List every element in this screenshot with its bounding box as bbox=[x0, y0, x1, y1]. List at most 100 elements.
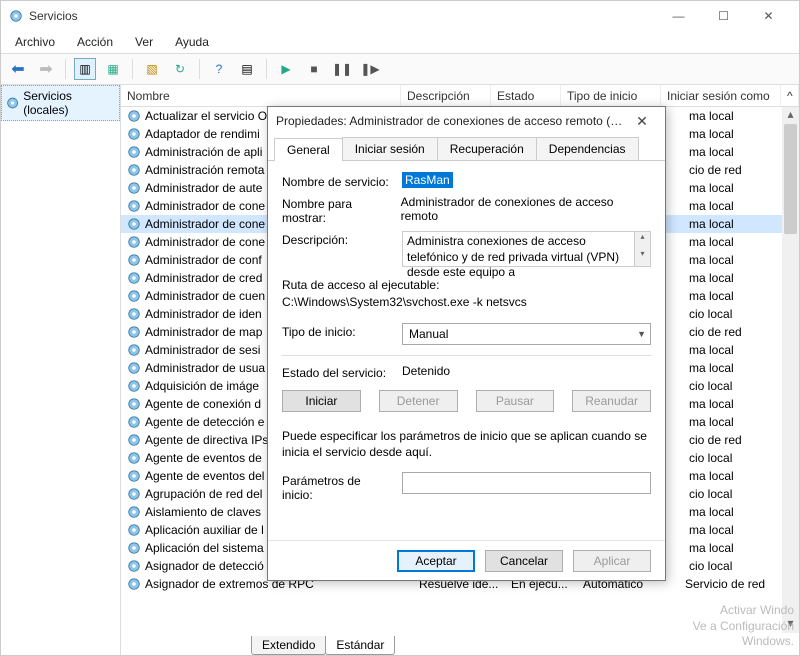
service-logon: ma local bbox=[689, 505, 779, 519]
col-type[interactable]: Tipo de inicio bbox=[561, 85, 661, 106]
titlebar: Servicios — ☐ ✕ bbox=[1, 1, 799, 31]
gear-icon bbox=[127, 451, 141, 465]
resume-button: Reanudar bbox=[572, 390, 651, 412]
gear-icon bbox=[127, 559, 141, 573]
gear-icon bbox=[127, 433, 141, 447]
display-name-value: Administrador de conexiones de acceso re… bbox=[401, 195, 651, 223]
params-label: Parámetros de inicio: bbox=[282, 472, 392, 502]
gear-icon bbox=[127, 307, 141, 321]
pause-icon[interactable]: ❚❚ bbox=[331, 58, 353, 80]
tree-root-label: Servicios (locales) bbox=[23, 89, 115, 117]
description-label: Descripción: bbox=[282, 231, 392, 247]
forward-icon[interactable]: ➡ bbox=[35, 58, 57, 80]
params-note: Puede especificar los parámetros de inic… bbox=[282, 428, 651, 460]
maximize-button[interactable]: ☐ bbox=[701, 2, 746, 30]
back-icon[interactable]: ⬅ bbox=[7, 58, 29, 80]
service-logon: cio de red bbox=[689, 163, 779, 177]
service-logon: ma local bbox=[689, 181, 779, 195]
service-logon: ma local bbox=[689, 415, 779, 429]
col-name[interactable]: Nombre bbox=[121, 85, 401, 106]
restart-icon[interactable]: ❚▶ bbox=[359, 58, 381, 80]
gear-icon bbox=[127, 217, 141, 231]
col-scroll-gap: ^ bbox=[781, 85, 799, 106]
cancel-button[interactable]: Cancelar bbox=[485, 550, 563, 572]
properties-icon[interactable]: ▧ bbox=[141, 58, 163, 80]
export-icon[interactable]: ▦ bbox=[102, 58, 124, 80]
show-hide-icon[interactable]: ▥ bbox=[74, 58, 96, 80]
refresh-icon[interactable]: ↻ bbox=[169, 58, 191, 80]
menubar: Archivo Acción Ver Ayuda bbox=[1, 31, 799, 53]
startup-type-combo[interactable]: Manual ▼ bbox=[402, 323, 651, 345]
play-icon[interactable]: ▶ bbox=[275, 58, 297, 80]
service-logon: ma local bbox=[689, 541, 779, 555]
scroll-thumb[interactable] bbox=[784, 124, 797, 234]
gear-icon bbox=[127, 127, 141, 141]
dialog-titlebar: Propiedades: Administrador de conexiones… bbox=[268, 107, 665, 135]
scrollbar[interactable]: ▴ ▾ bbox=[782, 107, 799, 633]
help-icon[interactable]: ? bbox=[208, 58, 230, 80]
service-logon: ma local bbox=[689, 235, 779, 249]
gear-icon bbox=[127, 163, 141, 177]
dialog-footer: Aceptar Cancelar Aplicar bbox=[268, 540, 665, 580]
list-header: Nombre Descripción Estado Tipo de inicio… bbox=[121, 85, 799, 107]
tab-logon[interactable]: Iniciar sesión bbox=[342, 137, 438, 160]
pause-button: Pausar bbox=[476, 390, 555, 412]
service-logon: ma local bbox=[689, 397, 779, 411]
scroll-up-icon[interactable]: ▴ bbox=[782, 107, 799, 124]
gear-icon bbox=[127, 415, 141, 429]
gear-icon bbox=[127, 181, 141, 195]
col-logon[interactable]: Iniciar sesión como bbox=[661, 85, 781, 106]
tab-general[interactable]: General bbox=[274, 138, 343, 161]
minimize-button[interactable]: — bbox=[656, 2, 701, 30]
menu-file[interactable]: Archivo bbox=[7, 33, 63, 51]
menu-view[interactable]: Ver bbox=[127, 33, 161, 51]
tab-dependencies[interactable]: Dependencias bbox=[536, 137, 639, 160]
service-logon: ma local bbox=[689, 289, 779, 303]
service-logon: ma local bbox=[689, 145, 779, 159]
service-logon: ma local bbox=[689, 217, 779, 231]
gear-icon bbox=[127, 397, 141, 411]
description-value: Administra conexiones de acceso telefóni… bbox=[402, 231, 651, 267]
tree-root[interactable]: Servicios (locales) bbox=[1, 85, 120, 121]
window-title: Servicios bbox=[29, 9, 656, 23]
description-spinner[interactable]: ▴▾ bbox=[634, 232, 650, 266]
service-name-value[interactable]: RasMan bbox=[402, 172, 453, 188]
service-logon: cio de red bbox=[689, 325, 779, 339]
tab-standard[interactable]: Estándar bbox=[325, 636, 395, 655]
service-name-label: Nombre de servicio: bbox=[282, 173, 392, 189]
gear-icon bbox=[127, 199, 141, 213]
menu-help[interactable]: Ayuda bbox=[167, 33, 217, 51]
gear-icon bbox=[127, 109, 141, 123]
tab-recovery[interactable]: Recuperación bbox=[437, 137, 537, 160]
gear-icon bbox=[127, 289, 141, 303]
toolbar: ⬅ ➡ ▥ ▦ ▧ ↻ ? ▤ ▶ ■ ❚❚ ❚▶ bbox=[1, 53, 799, 85]
tab-extended[interactable]: Extendido bbox=[251, 636, 326, 655]
gear-icon bbox=[127, 235, 141, 249]
services-icon bbox=[9, 9, 23, 23]
tree-panel: Servicios (locales) bbox=[1, 85, 121, 655]
gear-icon bbox=[127, 379, 141, 393]
dialog-close-icon[interactable]: ✕ bbox=[627, 113, 657, 130]
close-button[interactable]: ✕ bbox=[746, 2, 791, 30]
stop-icon[interactable]: ■ bbox=[303, 58, 325, 80]
start-button[interactable]: Iniciar bbox=[282, 390, 361, 412]
service-logon: ma local bbox=[689, 469, 779, 483]
filter-icon[interactable]: ▤ bbox=[236, 58, 258, 80]
service-logon: cio local bbox=[689, 307, 779, 321]
gear-icon bbox=[127, 361, 141, 375]
menu-action[interactable]: Acción bbox=[69, 33, 121, 51]
gear-icon bbox=[127, 325, 141, 339]
stop-button: Detener bbox=[379, 390, 458, 412]
dialog-title: Propiedades: Administrador de conexiones… bbox=[276, 114, 627, 128]
service-logon: ma local bbox=[689, 199, 779, 213]
scroll-down-icon[interactable]: ▾ bbox=[782, 616, 799, 633]
service-logon: ma local bbox=[689, 343, 779, 357]
apply-button: Aplicar bbox=[573, 550, 651, 572]
service-logon: ma local bbox=[689, 361, 779, 375]
ok-button[interactable]: Aceptar bbox=[397, 550, 475, 572]
params-input[interactable] bbox=[402, 472, 651, 494]
gear-icon bbox=[127, 343, 141, 357]
col-desc[interactable]: Descripción bbox=[401, 85, 491, 106]
col-status[interactable]: Estado bbox=[491, 85, 561, 106]
startup-type-label: Tipo de inicio: bbox=[282, 323, 392, 339]
